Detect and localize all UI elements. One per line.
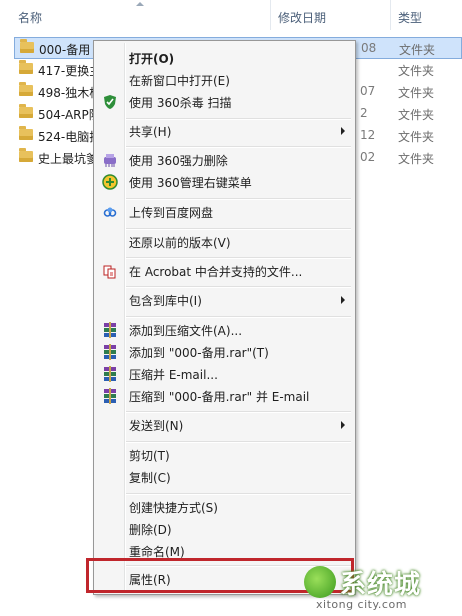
menu-item-360-manage-menu[interactable]: 使用 360管理右键菜单 [96,171,353,193]
menu-item-label: 发送到(N) [129,419,184,433]
winrar-icon [104,344,116,360]
submenu-arrow-icon [341,421,345,429]
menu-item-label: 打开(O) [129,52,175,66]
menu-item-create-shortcut[interactable]: 创建快捷方式(S) [96,496,353,518]
menu-item-open[interactable]: 打开(O) [96,47,353,69]
file-name: 504-ARP阻 [38,108,101,122]
folder-icon [19,82,33,96]
watermark: 系统城 xitong city.com [300,560,460,612]
folder-icon [19,104,33,118]
menu-item-360-force-delete[interactable]: 使用 360强力删除 [96,149,353,171]
file-type: 文件夹 [398,108,435,122]
watermark-brand: 系统城 [340,570,422,600]
menu-separator [126,316,351,318]
menu-separator [126,228,351,230]
file-date: 2 [360,106,368,120]
submenu-arrow-icon [341,296,345,304]
folder-icon [19,126,33,140]
file-name: 史上最坑爹 [38,152,99,166]
menu-item-label: 剪切(T) [129,449,170,463]
winrar-icon [104,366,116,382]
menu-item-baidu-upload[interactable]: 上传到百度网盘 [96,201,353,223]
watermark-url: xitong city.com [316,598,407,611]
column-divider[interactable] [390,0,391,30]
file-name: 417-更换主 [38,64,102,78]
folder-icon [19,148,33,162]
menu-separator [126,146,351,148]
menu-item-label: 创建快捷方式(S) [129,501,218,515]
menu-separator [126,441,351,443]
menu-item-360-scan[interactable]: 使用 360杀毒 扫描 [96,91,353,113]
menu-item-share[interactable]: 共享(H) [96,120,353,142]
menu-item-acrobat-merge[interactable]: 在 Acrobat 中合并支持的文件... [96,260,353,282]
menu-item-send-to[interactable]: 发送到(N) [96,414,353,436]
menu-item-label: 包含到库中(I) [129,294,202,308]
360-shield-icon [104,95,116,109]
menu-item-delete[interactable]: 删除(D) [96,518,353,540]
menu-separator [126,493,351,495]
360-manager-icon [102,174,118,190]
menu-item-label: 共享(H) [129,125,172,139]
menu-item-label: 使用 360强力删除 [129,154,228,168]
menu-item-label: 上传到百度网盘 [129,206,214,220]
menu-item-add-rar[interactable]: 添加到 "000-备用.rar"(T) [96,341,353,363]
menu-separator [126,286,351,288]
menu-separator [126,411,351,413]
menu-item-label: 还原以前的版本(V) [129,236,231,250]
acrobat-merge-icon [103,265,116,279]
file-date: 12 [360,128,376,142]
menu-separator [126,198,351,200]
file-date: 07 [360,84,376,98]
menu-item-open-new-window[interactable]: 在新窗口中打开(E) [96,69,353,91]
menu-item-restore-previous[interactable]: 还原以前的版本(V) [96,231,353,253]
file-name: 524-电脑技 [38,130,102,144]
menu-item-label: 压缩并 E-mail... [129,368,218,382]
menu-item-label: 压缩到 "000-备用.rar" 并 E-mail [129,390,310,404]
file-name: 000-备用 [39,43,91,57]
menu-item-label: 添加到压缩文件(A)... [129,324,243,338]
menu-item-compress-email[interactable]: 压缩并 E-mail... [96,363,353,385]
column-type-header[interactable]: 类型 [398,9,422,26]
sort-ascending-icon [136,2,144,6]
menu-item-label: 使用 360管理右键菜单 [129,176,252,190]
folder-icon [19,60,33,74]
submenu-arrow-icon [341,127,345,135]
menu-separator [126,257,351,259]
360-shredder-icon [104,154,116,167]
winrar-icon [104,322,116,338]
xitongcheng-logo-icon [304,566,336,598]
menu-item-compress-rar-email[interactable]: 压缩到 "000-备用.rar" 并 E-mail [96,385,353,407]
file-name: 498-独木桥 [38,86,102,100]
column-date-header[interactable]: 修改日期 [278,9,326,26]
menu-item-label: 复制(C) [129,471,171,485]
file-type: 文件夹 [398,86,435,100]
context-menu: 打开(O) 在新窗口中打开(E) 使用 360杀毒 扫描 共享(H) 使用 36… [93,40,356,595]
menu-item-label: 添加到 "000-备用.rar"(T) [129,346,269,360]
menu-item-cut[interactable]: 剪切(T) [96,444,353,466]
file-type: 文件夹 [398,130,435,144]
column-header: 名称 修改日期 类型 [0,0,462,30]
column-name-header[interactable]: 名称 [18,9,42,26]
menu-item-label: 在 Acrobat 中合并支持的文件... [129,265,303,279]
menu-item-copy[interactable]: 复制(C) [96,466,353,488]
file-type: 文件夹 [399,43,436,57]
file-type: 文件夹 [398,64,435,78]
folder-icon [20,39,34,53]
file-date: 08 [361,41,377,55]
menu-item-label: 使用 360杀毒 扫描 [129,96,232,110]
menu-item-include-library[interactable]: 包含到库中(I) [96,289,353,311]
winrar-icon [104,388,116,404]
baidu-cloud-icon [103,207,117,217]
menu-item-label: 删除(D) [129,523,172,537]
menu-item-add-archive[interactable]: 添加到压缩文件(A)... [96,319,353,341]
menu-item-label: 在新窗口中打开(E) [129,74,230,88]
file-type: 文件夹 [398,152,435,166]
column-divider[interactable] [270,0,271,30]
file-date: 02 [360,150,376,164]
